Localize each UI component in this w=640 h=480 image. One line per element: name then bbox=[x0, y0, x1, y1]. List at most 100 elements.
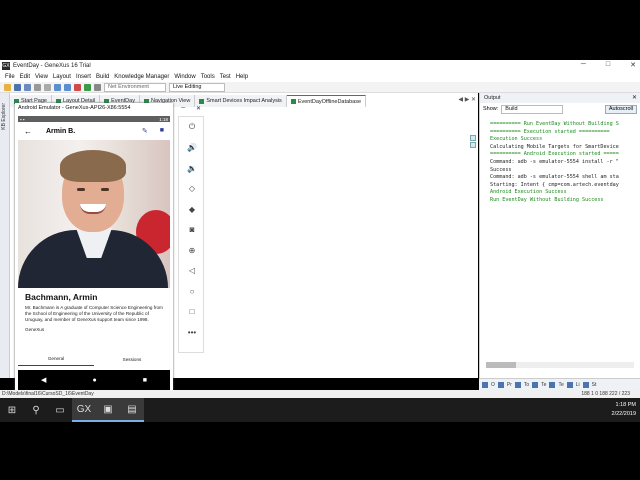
output-line: Command: adb -s emulator-5554 install -r… bbox=[490, 158, 619, 165]
stop-icon[interactable] bbox=[74, 83, 81, 91]
bottom-tab-icon bbox=[532, 381, 539, 388]
bottom-tool-tabs: O Pr To Te Te Li St bbox=[479, 378, 640, 390]
build-icon[interactable] bbox=[94, 83, 101, 91]
output-close-icon[interactable]: ✕ bbox=[632, 94, 637, 101]
emulator-minimize-icon[interactable]: ─ bbox=[181, 105, 185, 111]
menu-tools[interactable]: Tools bbox=[201, 74, 215, 80]
output-header: Output ✕ bbox=[480, 93, 640, 103]
bottom-tab[interactable]: O bbox=[491, 382, 495, 388]
taskbar-clock[interactable]: 1:18 PM 2/22/2019 bbox=[612, 401, 636, 419]
windows-start-icon[interactable]: ⊞ bbox=[0, 398, 24, 422]
task-view-icon[interactable]: ▭ bbox=[48, 398, 72, 422]
copy-icon[interactable] bbox=[44, 83, 51, 91]
android-nav-bar: ◀ ● ■ bbox=[18, 370, 170, 390]
tab-offline-database[interactable]: EventDayOfflineDatabase bbox=[286, 95, 366, 107]
window-title: EventDay - GeneXus 16 Trial bbox=[13, 63, 91, 69]
output-line: Success bbox=[490, 166, 512, 173]
volume-down-icon[interactable]: 🔉 bbox=[179, 158, 205, 179]
menu-insert[interactable]: Insert bbox=[76, 74, 91, 80]
bottom-tab[interactable]: St bbox=[592, 382, 597, 388]
save-all-icon[interactable] bbox=[24, 83, 31, 91]
maximize-icon[interactable]: □ bbox=[606, 61, 610, 69]
bottom-tab[interactable]: Li bbox=[576, 382, 580, 388]
back-arrow-icon[interactable]: ← bbox=[24, 127, 32, 136]
status-path: D:\Models\final16\CursoSD_16\EventDay bbox=[2, 391, 94, 397]
open-icon[interactable] bbox=[4, 83, 11, 91]
genexus-taskbar-icon[interactable]: GX bbox=[72, 398, 96, 422]
menu-window[interactable]: Window bbox=[174, 74, 195, 80]
back-icon[interactable]: ◁ bbox=[179, 261, 205, 282]
output-line: Run EventDay Without Building Success bbox=[490, 196, 604, 203]
output-horizontal-scrollbar[interactable] bbox=[486, 362, 634, 368]
emulator-taskbar-icon[interactable]: ▣ bbox=[96, 398, 120, 422]
windows-taskbar: ⊞ ⚲ ▭ GX ▣ ▤ 1:18 PM 2/22/2019 bbox=[0, 398, 640, 422]
screen-title: Armin B. bbox=[46, 127, 76, 135]
save-icon[interactable] bbox=[14, 83, 21, 91]
undo-icon[interactable] bbox=[54, 83, 61, 91]
menu-view[interactable]: View bbox=[35, 74, 48, 80]
output-line: ========== Run EventDay Without Building… bbox=[490, 121, 619, 127]
nav-back-icon[interactable]: ◀ bbox=[41, 376, 46, 384]
menu-layout[interactable]: Layout bbox=[53, 74, 71, 80]
bottom-tab[interactable]: Pr bbox=[507, 382, 512, 388]
window-titlebar: GX EventDay - GeneXus 16 Trial ─ □ ✕ bbox=[0, 60, 640, 72]
emulator-close-icon[interactable]: ✕ bbox=[196, 105, 201, 112]
tab-overflow-icon[interactable]: ◀ ▶ ✕ bbox=[458, 96, 476, 103]
menu-file[interactable]: File bbox=[5, 74, 15, 80]
more-icon[interactable]: ••• bbox=[179, 322, 205, 343]
genexus-app-icon: GX bbox=[2, 62, 10, 70]
kb-explorer-strip[interactable]: KB Explorer bbox=[0, 93, 10, 378]
menu-build[interactable]: Build bbox=[96, 74, 109, 80]
bottom-tab-icon bbox=[566, 381, 573, 388]
environment-select[interactable]: Net Environment bbox=[104, 82, 166, 92]
redo-icon[interactable] bbox=[64, 83, 71, 91]
rotate-left-icon[interactable]: ◇ bbox=[179, 179, 205, 200]
speaker-description: Mr. Bachmann is A graduate of Computer S… bbox=[25, 305, 163, 322]
overview-icon[interactable]: □ bbox=[179, 302, 205, 323]
app-bar-actions: ✎ ■ bbox=[142, 127, 164, 135]
bottom-tab[interactable]: To bbox=[524, 382, 529, 388]
tab-impact-analysis[interactable]: Smart Devices Impact Analysis bbox=[195, 95, 287, 107]
output-line: ========== Android Execution started ===… bbox=[490, 151, 619, 158]
delete-icon[interactable]: ■ bbox=[160, 127, 164, 135]
phone-screen: ▪ ▪ 1:18 ← Armin B. ✎ ■ Bachmann, Armin … bbox=[18, 116, 170, 390]
live-editing-select[interactable]: Live Editing bbox=[169, 82, 225, 92]
rotate-right-icon[interactable]: ◆ bbox=[179, 199, 205, 220]
letterbox-bottom bbox=[0, 422, 640, 480]
volume-up-icon[interactable]: 🔊 bbox=[179, 138, 205, 159]
app-bar: ← Armin B. ✎ ■ bbox=[18, 122, 170, 140]
tab-general[interactable]: General bbox=[18, 352, 94, 366]
run-icon[interactable] bbox=[84, 83, 91, 91]
autoscroll-button[interactable]: Autoscroll bbox=[604, 104, 637, 114]
screenshot-icon[interactable]: ◙ bbox=[179, 220, 205, 241]
photo-eye bbox=[77, 188, 85, 191]
home-icon[interactable]: ○ bbox=[179, 281, 205, 302]
minimize-icon[interactable]: ─ bbox=[581, 61, 586, 69]
bottom-tab[interactable]: Te bbox=[541, 382, 546, 388]
menu-edit[interactable]: Edit bbox=[20, 74, 30, 80]
cut-icon[interactable] bbox=[34, 83, 41, 91]
output-line: ========== Execution started ========== bbox=[490, 128, 610, 135]
bottom-tab[interactable]: Te bbox=[558, 382, 563, 388]
menu-help[interactable]: Help bbox=[236, 74, 248, 80]
bottom-tab-icon bbox=[549, 381, 556, 388]
zoom-icon[interactable]: ⊕ bbox=[179, 240, 205, 261]
menu-knowledge-manager[interactable]: Knowledge Manager bbox=[114, 74, 169, 80]
android-emulator-window: Android Emulator - GeneXus-API26-X86:555… bbox=[15, 103, 173, 393]
scroll-thumb[interactable] bbox=[486, 362, 516, 368]
show-select[interactable]: Build bbox=[501, 104, 564, 114]
output-toolbar: Show: Build Autoscroll bbox=[480, 103, 640, 115]
expand-icon[interactable] bbox=[470, 135, 476, 141]
close-icon[interactable]: ✕ bbox=[630, 61, 636, 69]
window-controls: ─ □ ✕ bbox=[581, 61, 636, 69]
nav-home-icon[interactable]: ● bbox=[92, 377, 96, 384]
nav-recents-icon[interactable]: ■ bbox=[143, 377, 147, 384]
search-icon[interactable]: ⚲ bbox=[24, 398, 48, 422]
app-taskbar-icon[interactable]: ▤ bbox=[120, 398, 144, 422]
menu-test[interactable]: Test bbox=[220, 74, 231, 80]
collapse-icon[interactable] bbox=[470, 142, 476, 148]
power-icon[interactable]: ⏻ bbox=[179, 117, 205, 138]
tab-sessions[interactable]: Sessions bbox=[94, 352, 170, 366]
edit-icon[interactable]: ✎ bbox=[142, 127, 148, 135]
output-line: Execution Success bbox=[490, 136, 543, 143]
